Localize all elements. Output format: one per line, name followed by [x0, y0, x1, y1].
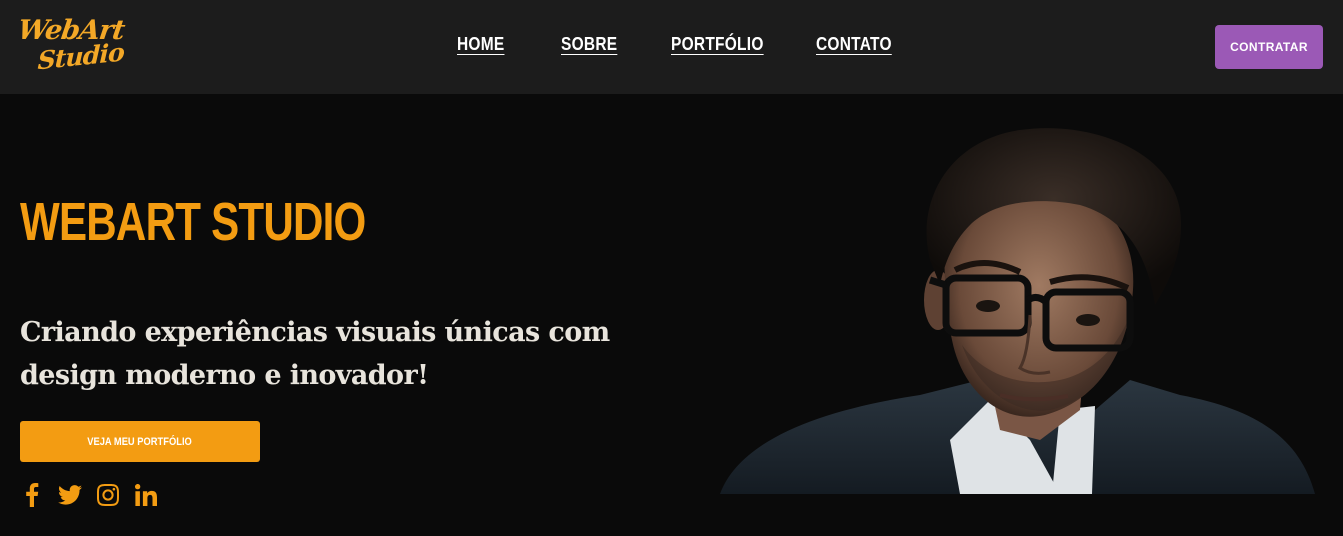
top-navigation-bar: WebArt Studio HOME SOBRE PORTFÓLIO CONTA…: [0, 0, 1343, 94]
main-nav: HOME SOBRE PORTFÓLIO CONTATO: [0, 34, 1343, 60]
facebook-icon[interactable]: [20, 483, 44, 507]
instagram-icon[interactable]: [96, 483, 120, 507]
view-portfolio-label: VEJA MEU PORTFÓLIO: [87, 435, 193, 448]
nav-home-link[interactable]: HOME: [457, 34, 504, 55]
hero-subtitle: Criando experiências visuais únicas com …: [20, 317, 610, 391]
nav-contato-link[interactable]: CONTATO: [816, 34, 892, 55]
nav-sobre-link[interactable]: SOBRE: [561, 34, 617, 55]
contratar-button[interactable]: CONTRATAR: [1215, 25, 1323, 69]
hero-title: WEBART STUDIO: [20, 192, 366, 252]
view-portfolio-button[interactable]: VEJA MEU PORTFÓLIO: [20, 421, 260, 462]
nav-portfolio-link[interactable]: PORTFÓLIO: [671, 34, 764, 55]
twitter-icon[interactable]: [58, 483, 82, 507]
linkedin-icon[interactable]: [134, 483, 158, 507]
social-links: [20, 482, 158, 508]
portrait-photo: [700, 110, 1330, 494]
